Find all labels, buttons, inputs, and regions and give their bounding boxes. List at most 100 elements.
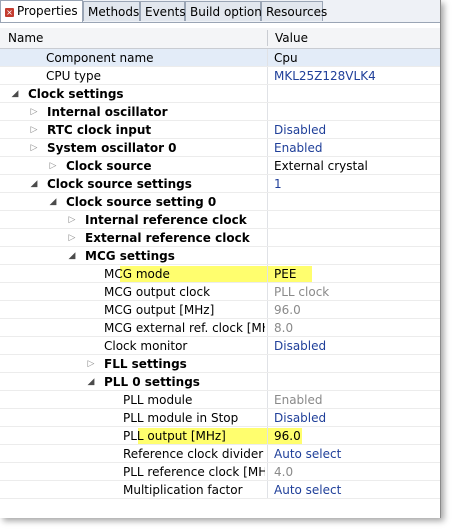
property-value[interactable]: PLL clock: [274, 283, 329, 301]
column-separator: [267, 229, 268, 247]
column-separator: [267, 301, 268, 319]
tree-row-component-name[interactable]: Component name Cpu: [0, 49, 440, 67]
tree-row-clock-source[interactable]: ▷ Clock source External crystal: [0, 157, 440, 175]
property-value[interactable]: 96.0: [274, 301, 301, 319]
property-name: MCG mode: [104, 267, 170, 281]
table-header: Name Value: [0, 28, 440, 49]
triangle-right-icon[interactable]: ▷: [48, 157, 58, 175]
property-name: RTC clock input: [47, 123, 152, 137]
tree-row-cpu-type[interactable]: CPU type MKL25Z128VLK4: [0, 67, 440, 85]
tree-row-pll-output-mhz[interactable]: PLL output [MHz] 96.0: [0, 427, 440, 445]
column-separator: [267, 211, 268, 229]
property-name: CPU type: [46, 69, 102, 83]
property-value[interactable]: MKL25Z128VLK4: [274, 67, 376, 85]
property-value[interactable]: Enabled: [274, 391, 323, 409]
tree-row-external-reference-clock[interactable]: ▷ External reference clock: [0, 229, 440, 247]
triangle-down-icon[interactable]: ◢: [29, 175, 39, 193]
column-separator: [267, 319, 268, 337]
property-value[interactable]: 4.0: [274, 463, 293, 481]
property-value[interactable]: Enabled: [274, 139, 323, 157]
property-name: Reference clock divider: [123, 447, 264, 461]
property-name: Clock source settings: [47, 177, 192, 191]
column-separator: [267, 445, 268, 463]
tab-properties[interactable]: × Properties: [0, 0, 83, 22]
column-separator: [267, 157, 268, 175]
property-value[interactable]: External crystal: [274, 157, 368, 175]
tab-build-options[interactable]: Build options: [185, 1, 268, 21]
tree-row-mcg-output-mhz[interactable]: MCG output [MHz] 96.0: [0, 301, 440, 319]
property-value[interactable]: Disabled: [274, 337, 326, 355]
property-value[interactable]: Auto select: [274, 481, 341, 499]
tree-row-mcg-mode[interactable]: MCG mode PEE: [0, 265, 440, 283]
column-separator: [267, 175, 268, 193]
column-header-value[interactable]: Value: [267, 28, 440, 48]
property-value[interactable]: Disabled: [274, 409, 326, 427]
tree-row-internal-reference-clock[interactable]: ▷ Internal reference clock: [0, 211, 440, 229]
tab-label: Events: [145, 5, 186, 19]
triangle-right-icon[interactable]: ▷: [29, 139, 39, 157]
property-value[interactable]: PEE: [274, 265, 296, 283]
tab-label: Resources: [266, 5, 328, 19]
property-name: Multiplication factor: [123, 483, 243, 497]
triangle-right-icon[interactable]: ▷: [67, 229, 77, 247]
tree-row-rtc-clock-input[interactable]: ▷ RTC clock input Disabled: [0, 121, 440, 139]
column-separator: [267, 103, 268, 121]
triangle-down-icon[interactable]: ◢: [67, 247, 77, 265]
property-name: PLL 0 settings: [104, 375, 200, 389]
triangle-right-icon[interactable]: ▷: [29, 121, 39, 139]
tab-methods[interactable]: Methods: [83, 1, 140, 21]
triangle-right-icon[interactable]: ▷: [86, 355, 96, 373]
property-name: Internal reference clock: [85, 213, 247, 227]
triangle-right-icon[interactable]: ▷: [67, 211, 77, 229]
tree-row-clock-source-settings[interactable]: ◢ Clock source settings 1: [0, 175, 440, 193]
property-value[interactable]: 8.0: [274, 319, 293, 337]
column-separator: [267, 373, 268, 391]
property-name: MCG settings: [85, 249, 175, 263]
tree-row-internal-oscillator[interactable]: ▷ Internal oscillator: [0, 103, 440, 121]
property-name: Clock source: [66, 159, 152, 173]
tab-events[interactable]: Events: [140, 1, 186, 21]
tree-row-clock-source-setting-0[interactable]: ◢ Clock source setting 0: [0, 193, 440, 211]
tree-row-clock-monitor[interactable]: Clock monitor Disabled: [0, 337, 440, 355]
properties-x-icon: ×: [5, 8, 14, 17]
property-value[interactable]: Cpu: [274, 49, 298, 67]
triangle-down-icon[interactable]: ◢: [10, 85, 20, 103]
property-name: External reference clock: [85, 231, 250, 245]
property-name: Clock source setting 0: [66, 195, 217, 209]
column-separator: [267, 139, 268, 157]
property-name: PLL module in Stop: [123, 411, 239, 425]
tab-bar: × Properties Methods Events Build options…: [0, 0, 440, 23]
column-separator: [267, 355, 268, 373]
property-value[interactable]: 1: [274, 175, 282, 193]
tree-row-fll-settings[interactable]: ▷ FLL settings: [0, 355, 440, 373]
property-name: PLL output [MHz]: [123, 429, 226, 443]
tree-row-pll-reference-clock-mh[interactable]: PLL reference clock [MH 4.0: [0, 463, 440, 481]
tree-row-multiplication-factor[interactable]: Multiplication factor Auto select: [0, 481, 440, 499]
column-separator: [267, 463, 268, 481]
column-separator: [267, 337, 268, 355]
tree-row-pll-module-in-stop[interactable]: PLL module in Stop Disabled: [0, 409, 440, 427]
properties-panel: × Properties Methods Events Build options…: [0, 0, 441, 518]
column-separator: [267, 193, 268, 211]
tab-resources[interactable]: Resources: [261, 1, 327, 21]
property-name: MCG output [MHz]: [104, 303, 215, 317]
tree-row-system-oscillator-0[interactable]: ▷ System oscillator 0 Enabled: [0, 139, 440, 157]
triangle-right-icon[interactable]: ▷: [29, 103, 39, 121]
tree-row-reference-clock-divider[interactable]: Reference clock divider Auto select: [0, 445, 440, 463]
triangle-down-icon[interactable]: ◢: [86, 373, 96, 391]
tree-row-mcg-settings[interactable]: ◢ MCG settings: [0, 247, 440, 265]
column-separator: [267, 427, 268, 445]
tree-row-clock-settings[interactable]: ◢ Clock settings: [0, 85, 440, 103]
tree-row-pll-module[interactable]: PLL module Enabled: [0, 391, 440, 409]
column-header-name[interactable]: Name: [0, 28, 267, 48]
tree-row-mcg-external-ref-clock-mh[interactable]: MCG external ref. clock [MH 8.0: [0, 319, 440, 337]
property-name: Clock settings: [28, 87, 124, 101]
property-value[interactable]: 96.0: [274, 427, 301, 445]
property-name: PLL reference clock [MH: [123, 465, 265, 479]
row-divider: [0, 498, 440, 499]
triangle-down-icon[interactable]: ◢: [48, 193, 58, 211]
property-value[interactable]: Disabled: [274, 121, 326, 139]
tree-row-mcg-output-clock[interactable]: MCG output clock PLL clock: [0, 283, 440, 301]
tree-row-pll-0-settings[interactable]: ◢ PLL 0 settings: [0, 373, 440, 391]
property-value[interactable]: Auto select: [274, 445, 341, 463]
